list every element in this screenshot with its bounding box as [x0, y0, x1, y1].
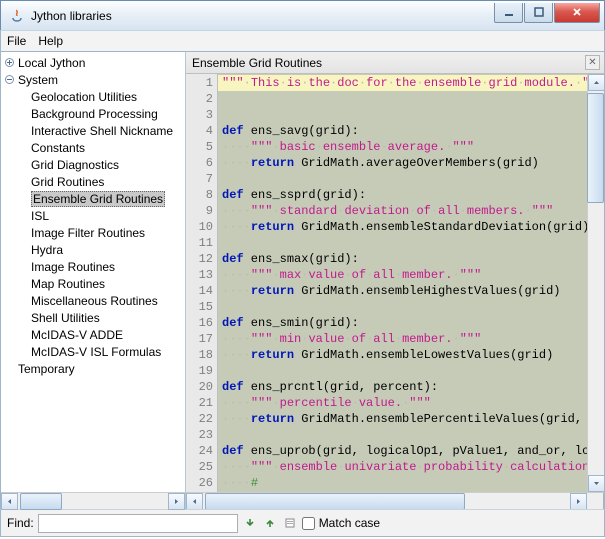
scroll-left-icon[interactable] [186, 493, 203, 509]
highlight-all-icon[interactable] [282, 515, 298, 531]
tree-leaf[interactable]: Constants [31, 139, 185, 156]
tree-label: Local Jython [18, 56, 85, 70]
menu-file[interactable]: File [7, 34, 26, 48]
tree-leaf[interactable]: Background Processing [31, 105, 185, 122]
editor-panel: Ensemble Grid Routines ✕ 123456789101112… [186, 52, 604, 509]
tree-leaf[interactable]: ISL [31, 207, 185, 224]
tree-leaf[interactable]: Hydra [31, 241, 185, 258]
editor-hscrollbar[interactable] [186, 493, 587, 509]
tree-leaf[interactable]: Shell Utilities [31, 309, 185, 326]
library-tree[interactable]: Local Jython System Geolocation Utilitie… [1, 52, 185, 492]
minimize-button[interactable] [494, 3, 523, 23]
find-label: Find: [7, 516, 34, 530]
find-bar: Find: Match case [0, 509, 605, 537]
scroll-down-icon[interactable] [588, 475, 604, 492]
tree-node-system[interactable]: System [5, 71, 185, 88]
find-input[interactable] [38, 514, 238, 533]
title-bar: Jython libraries [0, 0, 605, 30]
tree-label: System [18, 73, 58, 87]
scroll-right-icon[interactable] [570, 493, 587, 509]
menu-bar: File Help [0, 30, 605, 52]
expand-icon[interactable] [5, 75, 14, 84]
tree-leaf[interactable]: McIDAS-V ISL Formulas [31, 343, 185, 360]
sidebar: Local Jython System Geolocation Utilitie… [1, 52, 186, 509]
find-next-down-icon[interactable] [242, 515, 258, 531]
scroll-up-icon[interactable] [588, 74, 604, 91]
find-prev-up-icon[interactable] [262, 515, 278, 531]
scroll-thumb[interactable] [20, 493, 62, 510]
tree-label: Temporary [18, 362, 75, 376]
menu-help[interactable]: Help [38, 34, 63, 48]
tree-node-temporary[interactable]: Temporary [5, 360, 185, 377]
match-case-checkbox[interactable] [302, 517, 315, 530]
line-number-gutter: 1234567891011121314151617181920212223242… [186, 74, 218, 492]
scroll-track[interactable] [588, 91, 604, 475]
tab-close-button[interactable]: ✕ [585, 55, 600, 70]
tree-leaf[interactable]: Image Filter Routines [31, 224, 185, 241]
editor-vscrollbar[interactable] [587, 74, 604, 492]
scroll-track[interactable] [18, 494, 168, 509]
tree-leaf[interactable]: Geolocation Utilities [31, 88, 185, 105]
match-case-label: Match case [319, 516, 380, 530]
sidebar-hscrollbar[interactable] [1, 492, 185, 509]
tree-leaf[interactable]: Grid Diagnostics [31, 156, 185, 173]
tree-leaf[interactable]: Ensemble Grid Routines [31, 190, 185, 207]
maximize-button[interactable] [524, 3, 553, 23]
scroll-right-icon[interactable] [168, 493, 185, 510]
tree-leaf[interactable]: Interactive Shell Nickname [31, 122, 185, 139]
code-text[interactable]: """·This·is·the·doc·for·the·ensemble·gri… [218, 74, 587, 492]
close-button[interactable] [554, 3, 600, 23]
scroll-track[interactable] [203, 494, 570, 509]
tree-leaf[interactable]: Miscellaneous Routines [31, 292, 185, 309]
tree-leaf[interactable]: Grid Routines [31, 173, 185, 190]
tree-leaf[interactable]: Map Routines [31, 275, 185, 292]
scroll-thumb[interactable] [205, 493, 465, 509]
scroll-thumb[interactable] [587, 93, 604, 203]
java-icon [9, 8, 25, 24]
resize-grip[interactable] [587, 493, 604, 509]
editor-tab-header: Ensemble Grid Routines ✕ [186, 52, 604, 74]
window-title: Jython libraries [31, 9, 494, 23]
editor-title: Ensemble Grid Routines [192, 56, 322, 70]
collapse-icon[interactable] [5, 58, 14, 67]
tree-node-local[interactable]: Local Jython [5, 54, 185, 71]
code-area[interactable]: 1234567891011121314151617181920212223242… [186, 74, 587, 492]
tree-leaf[interactable]: McIDAS-V ADDE [31, 326, 185, 343]
tree-leaf[interactable]: Image Routines [31, 258, 185, 275]
scroll-left-icon[interactable] [1, 493, 18, 510]
